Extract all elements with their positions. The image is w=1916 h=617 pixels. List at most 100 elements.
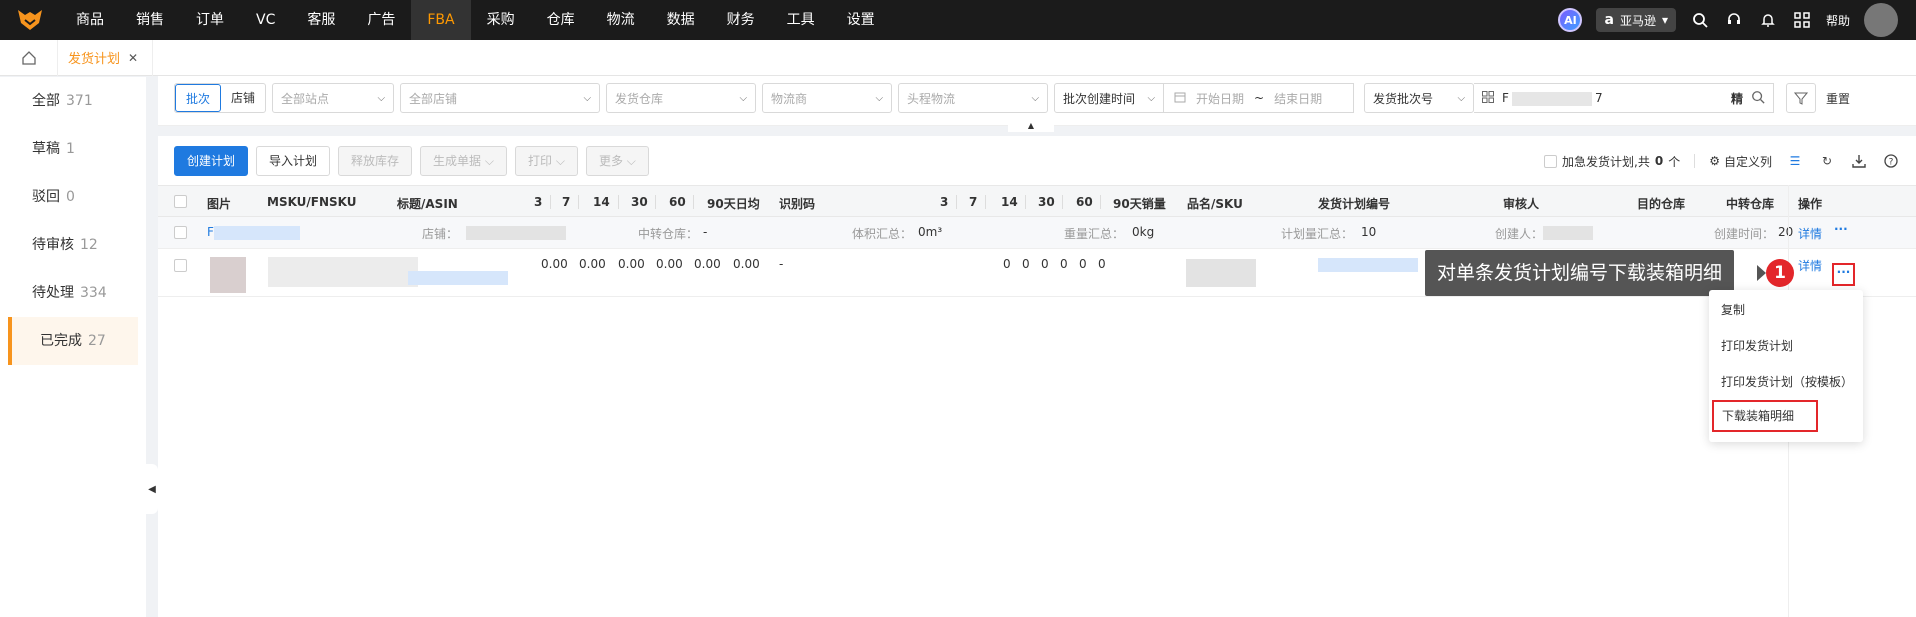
row-checkbox[interactable] (174, 226, 187, 239)
col-divider (550, 195, 551, 209)
warehouse-select-placeholder: 发货仓库 (615, 91, 664, 106)
nav-item-warehouse[interactable]: 仓库 (531, 0, 591, 40)
nav-item-sales[interactable]: 销售 (120, 0, 180, 40)
sidebar-item-all[interactable]: 全部 371 (0, 77, 146, 125)
exact-match-toggle[interactable]: 精 (1731, 90, 1743, 107)
urgent-filter[interactable]: 加急发货计划,共 0 个 (1544, 153, 1680, 170)
date-range-input[interactable]: 开始日期 ~ 结束日期 (1164, 83, 1355, 113)
filter-bar: 批次 店铺 全部站点 ⌵ 全部店铺 ⌵ 发货仓库 ⌵ 物流商 ⌵ 头程物流 ⌵ 批次创建时… (158, 76, 1916, 132)
nav-item-settings[interactable]: 设置 (831, 0, 891, 40)
col-14d: 14 (593, 195, 610, 209)
batch-search-input[interactable]: F7 精 (1474, 83, 1775, 113)
urgent-unit: 个 (1668, 154, 1681, 169)
col-divider (1100, 195, 1101, 209)
menu-item-download-packing-list[interactable]: 下载装箱明细 (1712, 400, 1818, 432)
logo-icon[interactable] (0, 0, 60, 40)
sidebar-item-rejected[interactable]: 驳回 0 (0, 173, 146, 221)
ai-button[interactable]: AI (1558, 8, 1583, 32)
sales-90d: 0 (1098, 257, 1106, 271)
bell-icon[interactable] (1758, 10, 1778, 30)
more-button[interactable]: 更多 ⌵ (585, 146, 649, 176)
home-icon[interactable] (0, 39, 58, 76)
carrier-select[interactable]: 物流商 ⌵ (762, 83, 893, 113)
nav-item-purchase[interactable]: 采购 (471, 0, 531, 40)
top-nav: 商品 销售 订单 VC 客服 广告 FBA 采购 仓库 物流 数据 财务 工具 … (0, 0, 1916, 40)
marketplace-select[interactable]: a 亚马逊 ▾ (1596, 8, 1676, 32)
redacted-text (1186, 259, 1256, 287)
row-height-icon[interactable]: ☰ (1786, 152, 1804, 170)
more-actions-icon[interactable]: ··· (1832, 263, 1855, 286)
menu-item-copy[interactable]: 复制 (1709, 292, 1863, 328)
import-plan-button[interactable]: 导入计划 (256, 146, 331, 176)
release-stock-button[interactable]: 释放库存 (338, 146, 413, 176)
refresh-icon[interactable]: ↻ (1818, 152, 1836, 170)
nav-item-finance[interactable]: 财务 (711, 0, 771, 40)
help-icon[interactable]: ? (1882, 152, 1900, 170)
nav-item-service[interactable]: 客服 (291, 0, 351, 40)
mode-toggle: 批次 店铺 (174, 83, 267, 113)
nav-item-logistics[interactable]: 物流 (591, 0, 651, 40)
search-icon[interactable] (1751, 90, 1765, 107)
mode-store-button[interactable]: 店铺 (221, 84, 265, 112)
date-type-select[interactable]: 批次创建时间 ⌵ (1054, 83, 1165, 113)
nav-item-orders[interactable]: 订单 (180, 0, 240, 40)
tab-shipment-plan[interactable]: 发货计划 ✕ (58, 39, 154, 76)
help-link[interactable]: 帮助 (1826, 12, 1850, 29)
nav-item-data[interactable]: 数据 (651, 0, 711, 40)
nav-item-products[interactable]: 商品 (60, 0, 120, 40)
menu-item-print-by-template[interactable]: 打印发货计划（按模板） (1709, 364, 1863, 400)
redacted-text (214, 226, 300, 240)
weight-label: 重量汇总： (1064, 227, 1125, 241)
col-divider (956, 195, 957, 209)
site-select[interactable]: 全部站点 ⌵ (272, 83, 395, 113)
print-button[interactable]: 打印 ⌵ (515, 146, 578, 176)
custom-columns-button[interactable]: ⚙ 自定义列 (1709, 153, 1772, 170)
plan-qty-label: 计划量汇总： (1281, 227, 1354, 241)
sidebar-item-completed[interactable]: 已完成 27 (8, 317, 138, 365)
sidebar-item-count: 12 (80, 237, 98, 253)
apps-grid-icon[interactable] (1792, 10, 1812, 30)
col-plan-no: 发货计划编号 (1318, 197, 1391, 211)
urgent-checkbox[interactable] (1544, 154, 1558, 168)
col-divider (1025, 195, 1026, 209)
headset-icon[interactable] (1724, 10, 1744, 30)
mode-batch-button[interactable]: 批次 (175, 84, 222, 112)
sidebar-item-draft[interactable]: 草稿 1 (0, 125, 146, 173)
nav-item-ads[interactable]: 广告 (351, 0, 411, 40)
nav-item-fba[interactable]: FBA (411, 0, 471, 40)
reset-button[interactable]: 重置 (1826, 90, 1850, 107)
create-plan-button[interactable]: 创建计划 (174, 146, 249, 176)
redacted-text (1318, 258, 1418, 272)
marketplace-label: 亚马逊 (1619, 13, 1656, 28)
row-checkbox[interactable] (174, 259, 187, 272)
calendar-icon (1174, 91, 1186, 106)
collapse-filters-icon[interactable]: ▲ (1008, 120, 1054, 132)
sidebar-item-pending-review[interactable]: 待审核 12 (0, 221, 146, 269)
nav-item-tools[interactable]: 工具 (771, 0, 831, 40)
col-divider (618, 195, 619, 209)
close-icon[interactable]: ✕ (128, 51, 138, 65)
store-select[interactable]: 全部店铺 ⌵ (400, 83, 601, 113)
main-menu: 商品 销售 订单 VC 客服 广告 FBA 采购 仓库 物流 数据 财务 工具 … (60, 0, 891, 40)
batch-number-link[interactable]: F (207, 225, 214, 239)
sidebar-collapse-handle[interactable]: ◀ (146, 464, 158, 514)
download-icon[interactable] (1850, 152, 1868, 170)
plan-qty-value: 10 (1361, 225, 1377, 239)
menu-item-print-plan[interactable]: 打印发货计划 (1709, 328, 1863, 364)
col-divider (985, 195, 986, 209)
filter-icon[interactable] (1786, 83, 1817, 113)
warehouse-select[interactable]: 发货仓库 ⌵ (606, 83, 757, 113)
batch-search: 发货批次号 ⌵ F7 精 (1364, 83, 1775, 113)
nav-item-vc[interactable]: VC (240, 0, 291, 40)
avatar[interactable] (1864, 3, 1898, 37)
first-leg-select[interactable]: 头程物流 ⌵ (898, 83, 1049, 113)
search-icon[interactable] (1690, 10, 1710, 30)
sidebar-item-to-process[interactable]: 待处理 334 (0, 269, 146, 317)
col-7d: 7 (562, 195, 571, 209)
col-divider (578, 195, 579, 209)
search-type-select[interactable]: 发货批次号 ⌵ (1364, 83, 1475, 113)
generate-docs-button[interactable]: 生成单据 ⌵ (420, 146, 507, 176)
select-all-checkbox[interactable] (174, 195, 187, 208)
col-reviewer: 审核人 (1503, 197, 1540, 211)
chevron-down-icon: ⌵ (1457, 92, 1466, 104)
